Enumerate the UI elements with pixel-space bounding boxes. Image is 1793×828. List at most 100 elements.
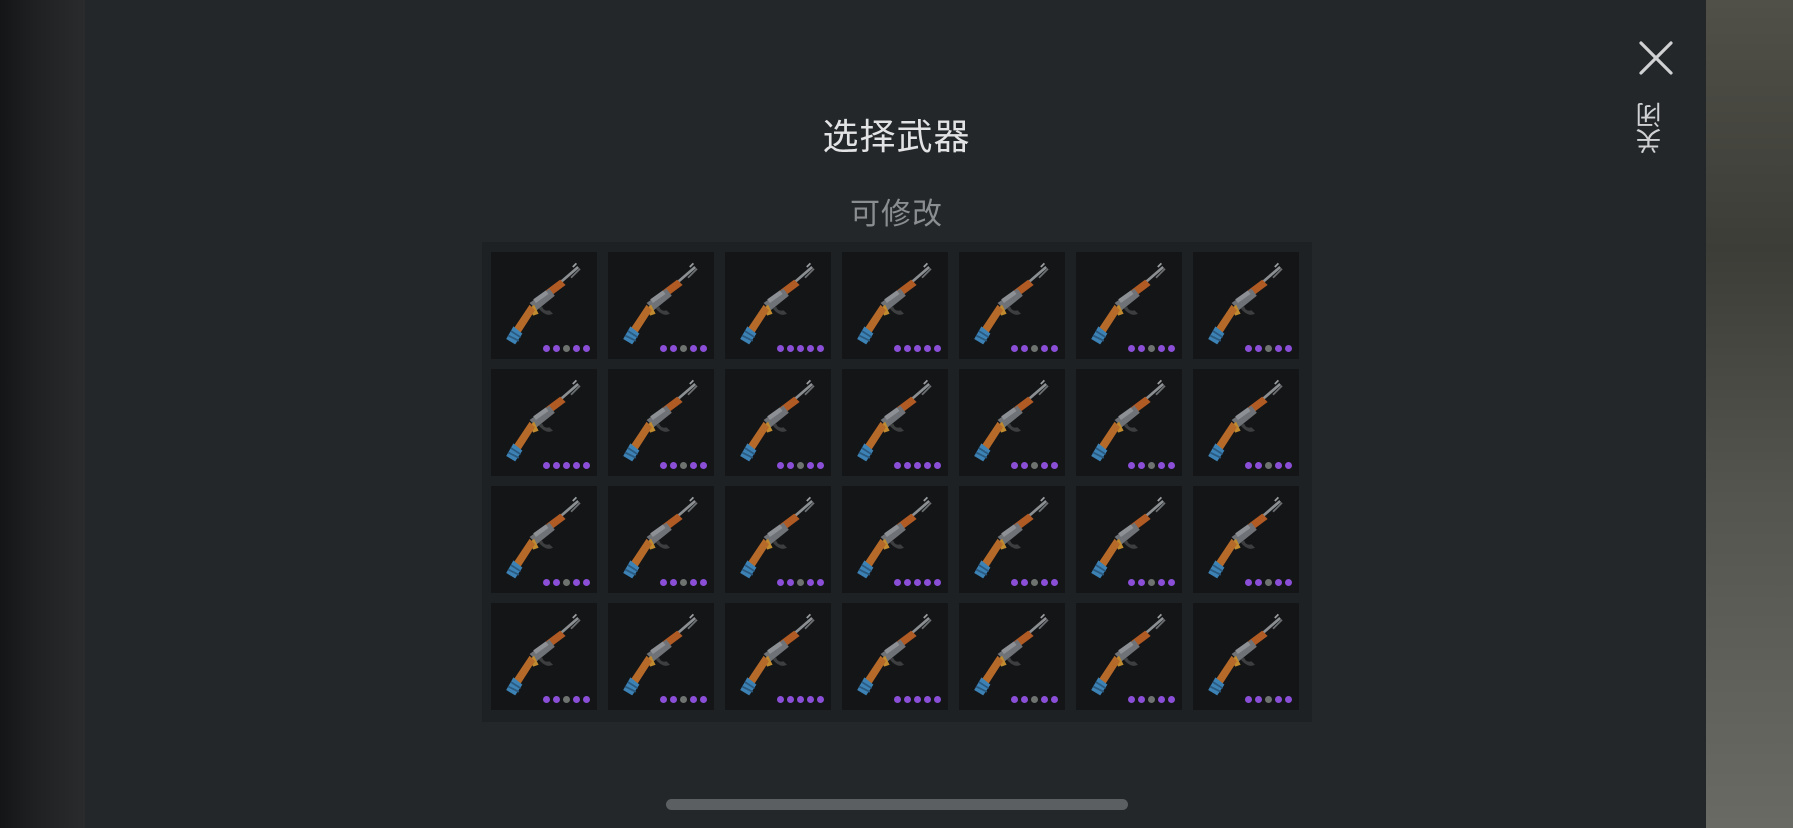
attachment-dot-filled [1011, 462, 1018, 469]
attachment-dot-empty [1265, 696, 1272, 703]
attachment-dots [1011, 462, 1058, 469]
assault-rifle-icon [506, 262, 581, 345]
weapon-slot[interactable] [842, 486, 948, 593]
weapon-slot[interactable] [1076, 369, 1182, 476]
weapon-slot[interactable] [608, 369, 714, 476]
weapon-slot[interactable] [959, 486, 1065, 593]
assault-rifle-icon [974, 262, 1049, 345]
attachment-dot-filled [934, 579, 941, 586]
attachment-dot-empty [1265, 462, 1272, 469]
attachment-dot-filled [807, 462, 814, 469]
attachment-dot-filled [924, 462, 931, 469]
attachment-dot-filled [924, 579, 931, 586]
attachment-dots [1245, 345, 1292, 352]
attachment-dots [1011, 579, 1058, 586]
attachment-dot-filled [894, 345, 901, 352]
attachment-dot-filled [1158, 579, 1165, 586]
attachment-dot-filled [670, 345, 677, 352]
weapon-slot[interactable] [959, 252, 1065, 359]
assault-rifle-icon [623, 613, 698, 696]
assault-rifle-icon [974, 379, 1049, 462]
attachment-dot-filled [1041, 579, 1048, 586]
attachment-dot-filled [700, 462, 707, 469]
attachment-dot-filled [583, 462, 590, 469]
assault-rifle-icon [857, 613, 932, 696]
weapon-slot[interactable] [725, 486, 831, 593]
weapon-slot[interactable] [491, 369, 597, 476]
weapon-slot[interactable] [608, 603, 714, 710]
weapon-slot[interactable] [491, 252, 597, 359]
assault-rifle-icon [740, 379, 815, 462]
attachment-dot-filled [817, 462, 824, 469]
assault-rifle-icon [1208, 613, 1283, 696]
dialog-title: 选择武器 [822, 117, 971, 158]
dialog-subtitle: 可修改 [850, 197, 943, 232]
weapon-slot[interactable] [491, 486, 597, 593]
weapon-slot[interactable] [842, 603, 948, 710]
weapon-slot[interactable] [1193, 252, 1299, 359]
attachment-dot-filled [1168, 462, 1175, 469]
attachment-dot-filled [1051, 462, 1058, 469]
attachment-dot-filled [1158, 462, 1165, 469]
attachment-dot-filled [1255, 696, 1262, 703]
attachment-dot-filled [787, 696, 794, 703]
attachment-dots [660, 462, 707, 469]
attachment-dots [1011, 696, 1058, 703]
attachment-dot-empty [680, 696, 687, 703]
weapon-slot[interactable] [725, 369, 831, 476]
attachment-dot-filled [1158, 345, 1165, 352]
weapon-slot[interactable] [1076, 486, 1182, 593]
weapon-slot[interactable] [1076, 603, 1182, 710]
weapon-slot[interactable] [1193, 369, 1299, 476]
attachment-dot-filled [543, 696, 550, 703]
attachment-dot-filled [583, 345, 590, 352]
attachment-dot-filled [914, 579, 921, 586]
weapon-slot[interactable] [842, 369, 948, 476]
attachment-dot-empty [1148, 579, 1155, 586]
attachment-dot-filled [894, 579, 901, 586]
attachment-dot-filled [924, 696, 931, 703]
weapon-slot[interactable] [1193, 603, 1299, 710]
attachment-dot-filled [1128, 462, 1135, 469]
home-indicator[interactable] [666, 799, 1128, 810]
attachment-dot-empty [1031, 462, 1038, 469]
attachment-dots [543, 696, 590, 703]
attachment-dot-filled [1011, 579, 1018, 586]
attachment-dots [777, 345, 824, 352]
weapon-slot[interactable] [608, 252, 714, 359]
attachment-dots [1245, 462, 1292, 469]
attachment-dot-filled [700, 345, 707, 352]
attachment-dot-filled [777, 462, 784, 469]
weapon-slot[interactable] [725, 252, 831, 359]
attachment-dots [660, 345, 707, 352]
attachment-dot-filled [1285, 345, 1292, 352]
attachment-dot-empty [680, 579, 687, 586]
attachment-dot-filled [660, 579, 667, 586]
attachment-dot-empty [1265, 579, 1272, 586]
weapon-slot[interactable] [491, 603, 597, 710]
attachment-dot-filled [1168, 696, 1175, 703]
assault-rifle-icon [740, 613, 815, 696]
attachment-dots [1011, 345, 1058, 352]
attachment-dot-empty [680, 345, 687, 352]
weapon-slot[interactable] [959, 369, 1065, 476]
attachment-dot-filled [914, 462, 921, 469]
assault-rifle-icon [740, 496, 815, 579]
attachment-dot-filled [573, 696, 580, 703]
weapon-slot[interactable] [842, 252, 948, 359]
weapon-slot[interactable] [959, 603, 1065, 710]
attachment-dot-filled [1021, 345, 1028, 352]
weapon-slot[interactable] [1076, 252, 1182, 359]
attachment-dots [660, 696, 707, 703]
weapon-slot[interactable] [608, 486, 714, 593]
attachment-dot-filled [1285, 579, 1292, 586]
weapon-slot[interactable] [725, 603, 831, 710]
assault-rifle-icon [1091, 262, 1166, 345]
attachment-dot-empty [797, 579, 804, 586]
attachment-dot-filled [817, 696, 824, 703]
attachment-dots [1128, 696, 1175, 703]
attachment-dots [1245, 579, 1292, 586]
close-button[interactable]: 关闭 [1626, 36, 1686, 166]
attachment-dot-filled [777, 696, 784, 703]
weapon-slot[interactable] [1193, 486, 1299, 593]
